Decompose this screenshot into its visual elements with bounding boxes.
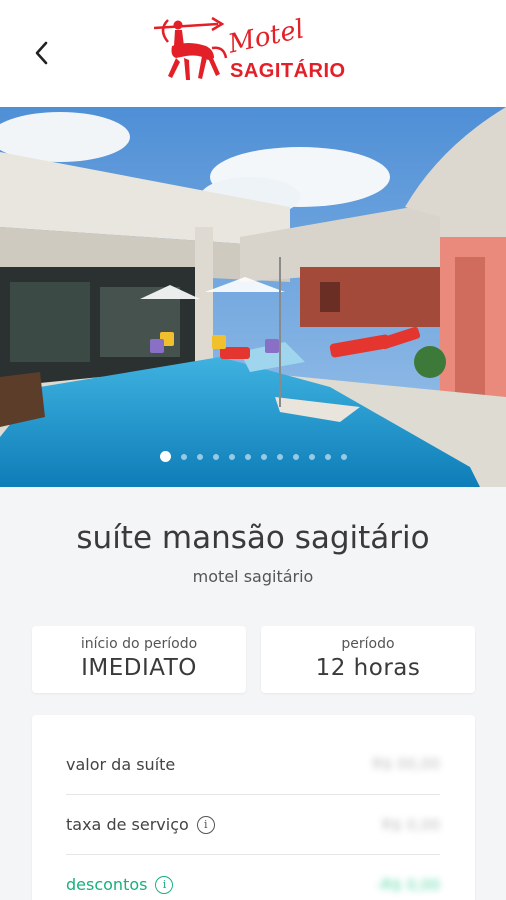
info-icon[interactable]: i [155,875,174,894]
period-start-label: início do período [80,636,198,652]
carousel-dot[interactable] [228,453,235,460]
price-label: valor da suíte [66,754,176,774]
suite-title: suíte mansão sagitário [76,520,430,556]
carousel-dot[interactable] [260,453,267,460]
price-label: descontos [66,875,148,894]
price-value: R$ 0,00 [381,815,440,834]
chevron-left-icon [35,41,48,65]
discount-label-group: descontos i [66,875,174,894]
carousel-dot[interactable] [196,453,203,460]
info-icon[interactable]: i [196,815,215,834]
period-duration-card: período 12 horas [261,626,475,693]
price-row-discounts: descontos i -R$ 0,00 [66,854,440,900]
back-button[interactable] [24,36,58,70]
carousel-dot[interactable] [324,453,331,460]
logo-wordmark: SAGITÁRIO [230,60,346,82]
motel-logo: Motel SAGITÁRIO [148,14,360,90]
price-row-suite: valor da suíte R$ 00,00 [66,734,440,794]
carousel-dot[interactable] [276,453,283,460]
suite-photo [0,107,506,487]
price-row-service-fee: taxa de serviço i R$ 0,00 [66,794,440,854]
carousel-dot[interactable] [212,453,219,460]
service-fee-label-group: taxa de serviço i [66,815,215,834]
centaur-archer-logo-icon [153,16,228,80]
carousel-dot[interactable] [159,451,171,462]
carousel-pagination [0,451,506,462]
period-start-card: início do período IMEDIATO [32,626,246,693]
price-label: taxa de serviço [66,815,189,834]
suite-photo-carousel[interactable] [0,107,506,487]
period-duration-value: 12 horas [315,655,421,681]
carousel-dot[interactable] [180,453,187,460]
motel-name: motel sagitário [192,567,314,586]
app-header: Motel SAGITÁRIO [0,0,506,107]
pricing-summary: valor da suíte R$ 00,00 taxa de serviço … [32,715,475,900]
carousel-dot[interactable] [244,453,251,460]
carousel-dot[interactable] [340,453,347,460]
price-value: -R$ 0,00 [376,875,440,894]
period-start-value: IMEDIATO [81,655,197,681]
price-value: R$ 00,00 [372,755,440,773]
carousel-dot[interactable] [308,453,315,460]
period-duration-label: período [341,636,395,652]
carousel-dot[interactable] [292,453,299,460]
logo-script-text: Motel [225,14,307,60]
